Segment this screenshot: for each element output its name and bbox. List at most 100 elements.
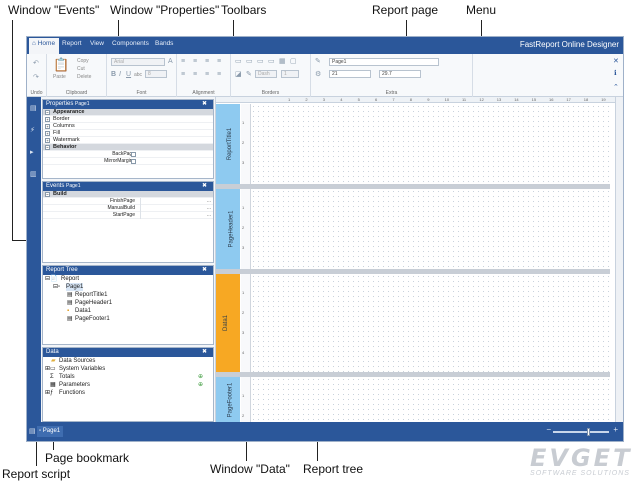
category-border[interactable]: + Border	[43, 116, 213, 123]
data-tool-icon[interactable]: ▥	[30, 171, 38, 178]
zoom-out-icon[interactable]: −	[546, 425, 551, 434]
report-script-icon[interactable]: ▤	[29, 427, 36, 435]
close-icon[interactable]: ✖	[202, 100, 207, 109]
zoom-in-icon[interactable]: +	[613, 425, 618, 434]
band-pageheader[interactable]: PageHeader1 1 2 3	[216, 189, 610, 269]
page-width-input[interactable]: 21	[329, 70, 371, 78]
band-reporttitle[interactable]: ReportTitle1 1 2 3	[216, 104, 610, 184]
tab-bands[interactable]: Bands	[155, 40, 173, 47]
tab-report[interactable]: Report	[62, 40, 82, 47]
tab-view[interactable]: View	[90, 40, 104, 47]
page-name-input[interactable]: Page1	[329, 58, 439, 66]
fill-color-icon[interactable]: ◪	[235, 71, 242, 78]
band-data[interactable]: Data1 1 2 3 4	[216, 274, 610, 372]
bold-icon[interactable]: B	[111, 71, 116, 78]
data-node-sources[interactable]: Data Sources	[59, 357, 95, 365]
line-style-select[interactable]: Dash	[255, 70, 277, 78]
data-node-system-variables[interactable]: System Variables	[59, 365, 105, 373]
data-node-totals[interactable]: Totals	[59, 373, 75, 381]
paste-icon[interactable]: 📋	[53, 58, 69, 71]
category-appearance[interactable]: − Appearance	[43, 109, 213, 116]
tree-node-pagefooter[interactable]: PageFooter1	[75, 315, 110, 323]
tab-components[interactable]: Components	[112, 40, 149, 47]
underline-icon[interactable]: U	[126, 71, 131, 78]
close-designer-icon[interactable]: ✕	[613, 58, 619, 65]
prop-mirrormargins[interactable]: MirrorMargins	[43, 158, 213, 165]
folder-icon: ▰	[51, 358, 56, 364]
vruler-tick: 3	[242, 160, 245, 165]
data-node-parameters[interactable]: Parameters	[59, 381, 90, 389]
font-grow-icon[interactable]: A	[168, 58, 173, 65]
border-none-icon[interactable]: ▢	[290, 58, 297, 65]
tab-home[interactable]: ⌂ Home	[29, 38, 60, 54]
tree-node-data[interactable]: Data1	[75, 307, 91, 315]
copy-button[interactable]: Copy	[77, 58, 89, 64]
tree-node-reporttitle[interactable]: ReportTitle1	[75, 291, 107, 299]
tree-node-pageheader[interactable]: PageHeader1	[75, 299, 112, 307]
ruler-tick: 2	[305, 97, 308, 102]
vruler-tick: 1	[242, 120, 245, 125]
event-manualbuild[interactable]: ManualBuild...	[43, 205, 213, 212]
border-top-icon[interactable]: ▭	[235, 58, 242, 65]
tree-tool-icon[interactable]: ▸	[30, 149, 38, 156]
collapse-ribbon-icon[interactable]: ⌃	[613, 84, 619, 91]
valign-middle-icon[interactable]: ≡	[193, 71, 197, 78]
category-columns[interactable]: + Columns	[43, 123, 213, 130]
align-center-icon[interactable]: ≡	[193, 58, 197, 65]
border-all-icon[interactable]: ▦	[279, 58, 286, 65]
zoom-slider[interactable]	[553, 428, 609, 436]
valign-top-icon[interactable]: ≡	[181, 71, 185, 78]
event-finishpage[interactable]: FinishPage...	[43, 198, 213, 205]
page-settings-icon[interactable]: ✎	[315, 58, 321, 65]
valign-stretch-icon[interactable]: ≡	[217, 71, 221, 78]
add-parameter-icon[interactable]: ⊕	[198, 381, 203, 389]
close-icon[interactable]: ✖	[202, 182, 207, 191]
category-watermark[interactable]: + Watermark	[43, 137, 213, 144]
align-justify-icon[interactable]: ≡	[217, 58, 221, 65]
properties-tool-icon[interactable]: ▤	[30, 105, 38, 112]
ruler-tick: 5	[357, 97, 360, 102]
band-pagefooter[interactable]: PageFooter1 12	[216, 377, 610, 422]
info-icon[interactable]: ℹ	[614, 70, 617, 77]
line-color-icon[interactable]: ✎	[246, 71, 252, 78]
tree-node-page[interactable]: Page1	[66, 283, 84, 291]
align-right-icon[interactable]: ≡	[205, 58, 209, 65]
cut-button[interactable]: Cut	[77, 66, 85, 72]
category-behavior[interactable]: − Behavior	[43, 144, 213, 151]
border-left-icon[interactable]: ▭	[257, 58, 264, 65]
prop-backpage[interactable]: BackPage	[43, 151, 213, 158]
page-size-icon[interactable]: ⚙	[315, 71, 321, 78]
strikeout-button[interactable]: abc	[134, 72, 142, 78]
category-fill[interactable]: + Fill	[43, 130, 213, 137]
event-startpage[interactable]: StartPage...	[43, 212, 213, 219]
delete-button[interactable]: Delete	[77, 74, 91, 80]
page-height-input[interactable]: 29.7	[379, 70, 421, 78]
data-node-functions[interactable]: Functions	[59, 389, 85, 397]
border-right-icon[interactable]: ▭	[268, 58, 275, 65]
close-icon[interactable]: ✖	[202, 266, 207, 275]
valign-bottom-icon[interactable]: ≡	[205, 71, 209, 78]
close-icon[interactable]: ✖	[202, 348, 207, 357]
add-total-icon[interactable]: ⊕	[198, 373, 203, 381]
redo-icon[interactable]: ↷	[33, 74, 39, 81]
vruler-tick: 4	[242, 350, 245, 355]
vruler-tick: 1	[242, 393, 245, 398]
page-bookmark-tab[interactable]: ▫ Page1	[37, 426, 64, 437]
label-window-data: Window "Data"	[210, 462, 290, 476]
italic-icon[interactable]: I	[119, 71, 121, 78]
undo-icon[interactable]: ↶	[33, 60, 39, 67]
paste-button[interactable]: Paste	[53, 74, 66, 80]
events-tool-icon[interactable]: ⚡	[30, 127, 38, 134]
vertical-scrollbar[interactable]	[615, 97, 623, 422]
tree-node-report[interactable]: Report	[61, 275, 79, 283]
report-page[interactable]: 1 2 3 4 5 6 7 8 9 10 11 12 13 14 15 16 17 18 19 ReportTitl…	[215, 97, 617, 422]
zoom-slider-knob[interactable]	[586, 428, 590, 436]
font-name-select[interactable]: Arial	[111, 58, 165, 66]
font-size-select[interactable]: 8	[145, 70, 167, 78]
border-bottom-icon[interactable]: ▭	[246, 58, 253, 65]
event-category-build[interactable]: − Build	[43, 191, 213, 198]
align-left-icon[interactable]: ≡	[181, 58, 185, 65]
functions-icon: ⊞ƒ	[45, 390, 54, 396]
ruler-tick: 7	[392, 97, 395, 102]
line-width-select[interactable]: 1	[281, 70, 299, 78]
